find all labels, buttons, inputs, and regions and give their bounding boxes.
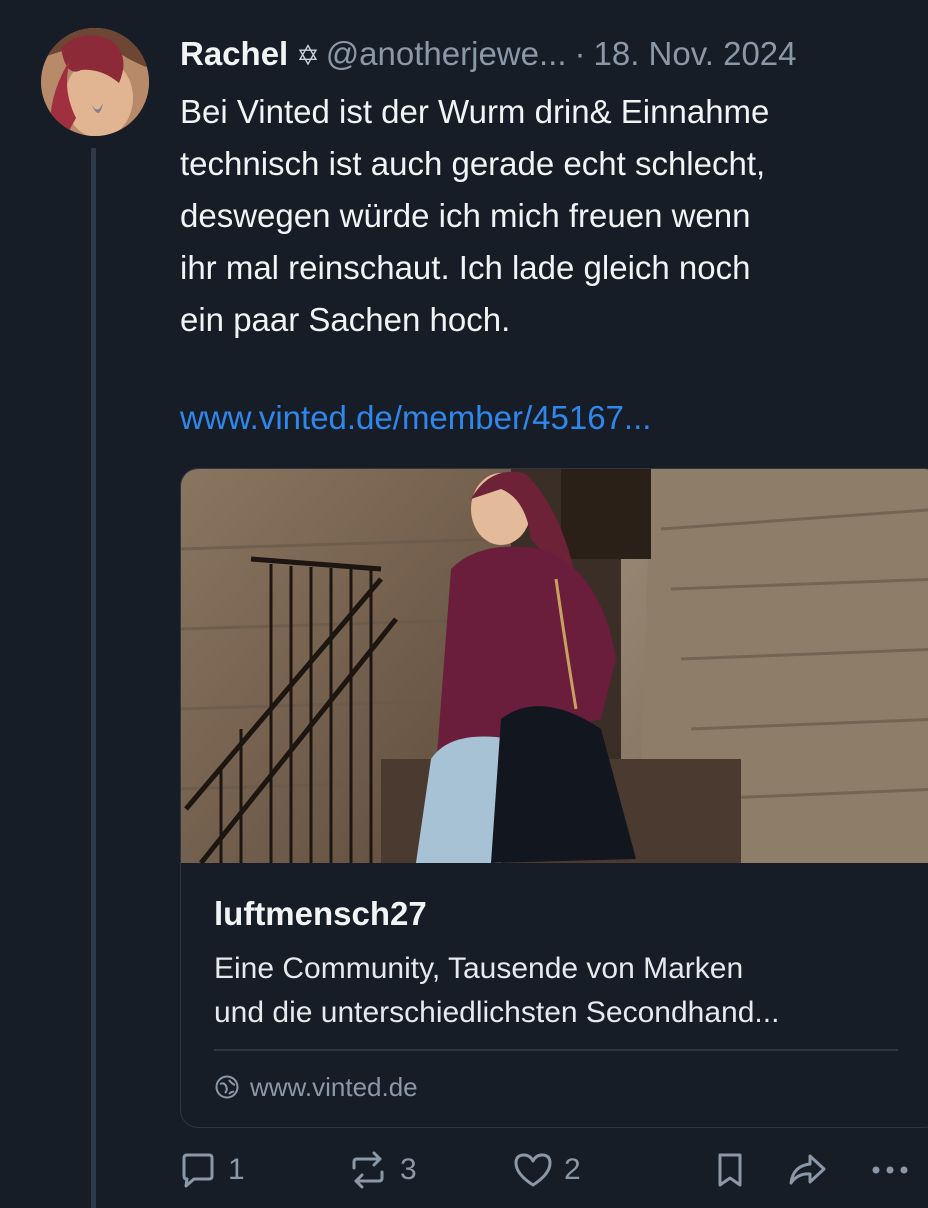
action-bar: 1 3 2 (178, 1150, 928, 1200)
like-count: 2 (564, 1153, 581, 1186)
share-button[interactable] (786, 1150, 828, 1190)
post-date[interactable]: 18. Nov. 2024 (593, 35, 796, 72)
link-card-description-line: und die unterschiedlichsten Secondhand..… (214, 996, 780, 1029)
reply-icon (182, 1153, 214, 1188)
bookmark-button[interactable] (714, 1150, 746, 1190)
globe-icon (215, 1075, 239, 1099)
post-text-line: ihr mal reinschaut. Ich lade gleich noch (180, 249, 751, 286)
post-text-line: deswegen würde ich mich freuen wenn (180, 197, 751, 234)
avatar-image (41, 28, 149, 136)
like-button[interactable]: 2 (512, 1150, 581, 1190)
post-text-line: ein paar Sachen hoch. (180, 301, 511, 338)
author-name[interactable]: Rachel (180, 35, 288, 72)
link-card-divider (214, 1049, 898, 1051)
link-card-title[interactable]: luftmensch27 (214, 892, 427, 936)
repost-count: 3 (400, 1153, 417, 1186)
post-link[interactable]: www.vinted.de/member/45167... (180, 392, 651, 444)
link-card-domain: www.vinted.de (214, 1067, 418, 1107)
star-of-david-icon: ✡ (296, 39, 320, 72)
post-text-line: technisch ist auch gerade echt schlecht, (180, 145, 766, 182)
like-icon (514, 1153, 552, 1187)
reply-count: 1 (228, 1153, 245, 1186)
link-card-domain-text: www.vinted.de (250, 1071, 418, 1102)
repost-button[interactable]: 3 (346, 1150, 417, 1190)
repost-icon (352, 1151, 384, 1189)
separator: · (574, 35, 586, 72)
bookmark-icon (718, 1153, 742, 1187)
thread-line (91, 148, 96, 1208)
avatar[interactable] (41, 28, 149, 136)
link-card-description: Eine Community, Tausende von Marken und … (214, 947, 904, 1035)
link-card-image (181, 469, 928, 863)
post-text: Bei Vinted ist der Wurm drin& Einnahme t… (180, 86, 920, 346)
author-handle[interactable]: @anotherjewe... (326, 35, 567, 72)
link-card[interactable]: luftmensch27 Eine Community, Tausende vo… (180, 468, 928, 1128)
more-button[interactable] (868, 1150, 912, 1190)
post-header: Rachel ✡ @anotherjewe... · 18. Nov. 2024 (180, 30, 928, 78)
link-card-description-line: Eine Community, Tausende von Marken (214, 952, 744, 985)
post-text-line: Bei Vinted ist der Wurm drin& Einnahme (180, 93, 770, 130)
share-icon (789, 1154, 826, 1185)
reply-button[interactable]: 1 (178, 1150, 245, 1190)
more-icon (872, 1166, 908, 1174)
